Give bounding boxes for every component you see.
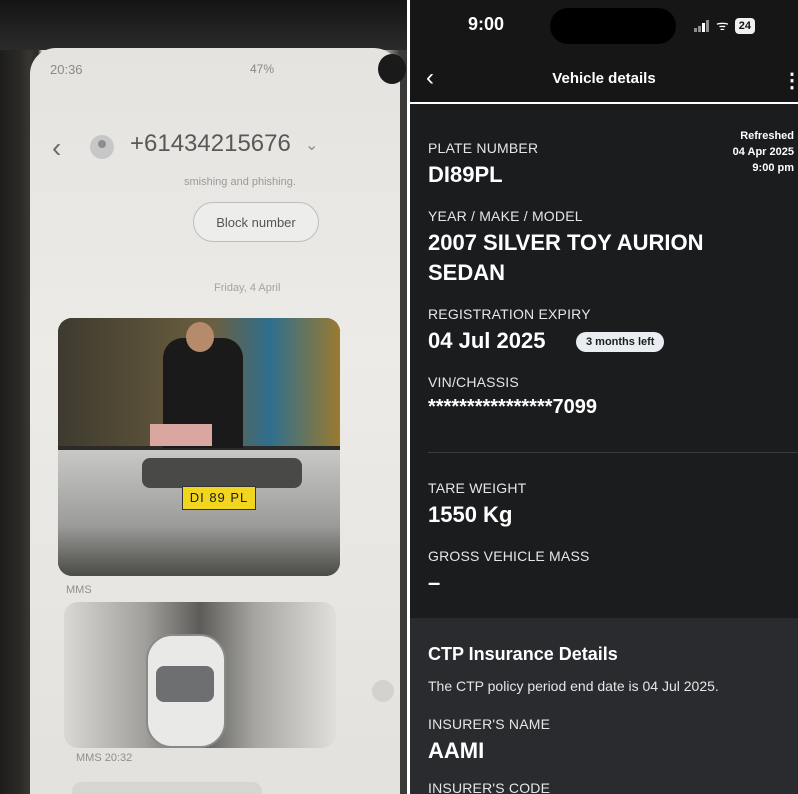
plate-number-value: DI89PL [428, 162, 503, 187]
dynamic-island [550, 8, 676, 44]
months-left-badge: 3 months left [576, 332, 665, 352]
camera-hole [378, 54, 406, 84]
car-grille [142, 458, 302, 488]
mms-image-2[interactable] [64, 602, 336, 748]
vin-label: VIN/CHASSIS [428, 374, 519, 390]
refreshed-info: Refreshed 04 Apr 2025 9:00 pm [733, 128, 794, 176]
vin-value: ****************7099 [428, 396, 598, 418]
contact-avatar[interactable] [90, 135, 114, 159]
mms-image-1[interactable] [58, 318, 340, 576]
section-divider [428, 452, 798, 453]
sender-phone-number[interactable]: +61434215676 [130, 130, 291, 158]
vehicle-details-screen: 9:00 ᯤ 24 ‹ Vehicle details ⋮ Refreshed … [410, 0, 798, 794]
license-plate-photo: DI 89 PL [182, 486, 256, 510]
year-make-model-line1: 2007 SILVER TOY AURION [428, 230, 704, 255]
signal-icon [694, 19, 710, 32]
tare-weight-label: TARE WEIGHT [428, 480, 527, 496]
block-number-button[interactable]: Block number [193, 202, 319, 242]
car-windshield [156, 666, 214, 702]
gvm-value: – [428, 570, 441, 595]
date-divider: Friday, 4 April [214, 282, 281, 294]
sms-photo-panel: 20:36 47% ‹ +61434215676 ⌄ smishing and … [0, 0, 407, 794]
battery-icon: 24 [734, 17, 756, 34]
reply-bar[interactable] [72, 782, 262, 794]
insurer-name-label: INSURER'S NAME [428, 716, 551, 732]
status-time: 9:00 [468, 14, 505, 34]
person-shorts [150, 424, 212, 446]
gvm-label: GROSS VEHICLE MASS [428, 548, 590, 564]
plate-number-label: PLATE NUMBER [428, 140, 539, 156]
nav-bar: ‹ Vehicle details ⋮ [410, 54, 798, 104]
sms-status-battery: 47% [250, 62, 275, 76]
insurer-name-value: AAMI [428, 738, 485, 763]
scroll-button[interactable] [372, 680, 394, 702]
refreshed-time: 9:00 pm [752, 162, 794, 174]
year-make-model-line2: SEDAN [428, 260, 506, 285]
back-icon[interactable]: ‹ [52, 132, 61, 164]
wifi-icon: ᯤ [716, 17, 729, 33]
registration-expiry-label: REGISTRATION EXPIRY [428, 306, 591, 322]
person-head [186, 322, 214, 352]
photo-dark-edge [0, 0, 407, 50]
registration-expiry-value: 04 Jul 2025 [428, 328, 546, 353]
mms1-label: MMS [66, 584, 92, 596]
chevron-down-icon[interactable]: ⌄ [305, 135, 318, 155]
sms-partial-note: smishing and phishing. [184, 176, 296, 188]
refreshed-date: 04 Apr 2025 [732, 146, 794, 158]
sms-status-time: 20:36 [50, 62, 83, 77]
status-bar: 9:00 ᯤ 24 [410, 0, 798, 54]
year-make-model-label: YEAR / MAKE / MODEL [428, 208, 583, 224]
insurer-code-label: INSURER'S CODE [428, 780, 551, 794]
mms2-label: MMS 20:32 [76, 752, 133, 764]
more-options-icon[interactable]: ⋮ [782, 68, 798, 93]
ctp-description: The CTP policy period end date is 04 Jul… [428, 678, 719, 694]
ctp-title: CTP Insurance Details [428, 644, 618, 664]
status-icons: ᯤ 24 [694, 16, 756, 35]
refreshed-label: Refreshed [740, 130, 794, 142]
page-title: Vehicle details [552, 70, 656, 87]
tare-weight-value: 1550 Kg [428, 502, 513, 527]
